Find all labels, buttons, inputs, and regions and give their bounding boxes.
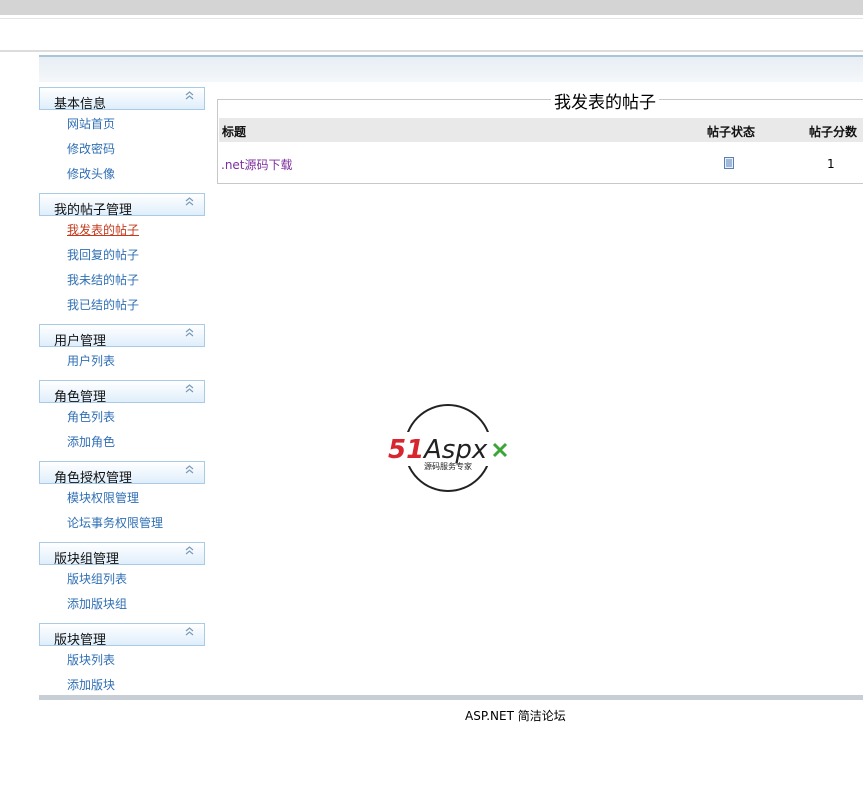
sidebar-item-link[interactable]: 版块列表 [39,648,205,673]
column-header-score: 帖子分数 [809,125,858,139]
browser-top-bar [0,0,863,15]
sidebar-item-link[interactable]: 我已结的帖子 [39,293,205,318]
sidebar-item-link[interactable]: 修改头像 [39,162,205,187]
sidebar-item-link[interactable]: 角色列表 [39,405,205,430]
chevron-up-icon[interactable] [185,384,194,396]
document-icon[interactable] [724,157,734,169]
post-score: 1 [827,157,835,171]
sidebar-group-header[interactable]: 用户管理 [39,324,205,349]
sidebar-item-link[interactable]: 添加版块组 [39,592,205,617]
sidebar-group-title: 基本信息 [54,97,107,112]
sidebar-group-title: 我的帖子管理 [54,203,133,218]
sidebar-group: 我的帖子管理 我发表的帖子 我回复的帖子 我未结的帖子 我已结的帖子 [39,193,205,318]
posts-panel: 我发表的帖子 标题 帖子状态 帖子分数 .net源码下载 1 [217,88,863,184]
sidebar-item-list: 我发表的帖子 我回复的帖子 我未结的帖子 我已结的帖子 [39,216,205,318]
logo-brand-left: 51 [388,435,424,465]
sidebar-group-header[interactable]: 基本信息 [39,87,205,112]
chevron-up-icon[interactable] [185,465,194,477]
sidebar-group: 版块组管理 版块组列表 添加版块组 [39,542,205,617]
sidebar-group-header[interactable]: 版块组管理 [39,542,205,567]
51aspx-watermark-logo: 51 Aspx 源码服务专家 [386,404,512,492]
footer-text: ASP.NET 简洁论坛 [465,709,566,723]
sidebar-item-link[interactable]: 我回复的帖子 [39,243,205,268]
column-header-status: 帖子状态 [707,125,756,139]
sidebar-item-link[interactable]: 添加角色 [39,430,205,455]
sidebar-group-header[interactable]: 版块管理 [39,623,205,648]
page-title: 我发表的帖子 [551,88,659,113]
footer-divider [39,695,863,700]
sidebar-group-title: 用户管理 [54,334,107,349]
sidebar-item-list: 版块组列表 添加版块组 [39,565,205,617]
sidebar-item-list: 角色列表 添加角色 [39,403,205,455]
chevron-up-icon[interactable] [185,627,194,639]
sidebar-item-list: 版块列表 添加版块 [39,646,205,698]
column-header-title: 标题 [222,125,247,139]
sidebar-group: 角色授权管理 模块权限管理 论坛事务权限管理 [39,461,205,536]
sidebar-item-link[interactable]: 模块权限管理 [39,486,205,511]
sidebar-item-list: 用户列表 [39,347,205,374]
top-divider [0,18,863,19]
sidebar-item-link[interactable]: 我发表的帖子 [39,218,205,243]
sidebar-group: 角色管理 角色列表 添加角色 [39,380,205,455]
header-divider [0,50,863,52]
sidebar-group-header[interactable]: 角色授权管理 [39,461,205,486]
sidebar-group-title: 角色管理 [54,390,107,405]
sidebar-item-link[interactable]: 修改密码 [39,137,205,162]
chevron-up-icon[interactable] [185,91,194,103]
table-header: 标题 帖子状态 帖子分数 [219,118,863,142]
header-banner [39,55,863,82]
sidebar-group-title: 版块管理 [54,633,107,648]
chevron-up-icon[interactable] [185,546,194,558]
sidebar-group: 基本信息 网站首页 修改密码 修改头像 [39,87,205,187]
post-title-link[interactable]: .net源码下载 [221,156,293,173]
sidebar-group-title: 版块组管理 [54,552,120,567]
sidebar-group: 用户管理 用户列表 [39,324,205,374]
sidebar-item-link[interactable]: 版块组列表 [39,567,205,592]
sidebar-item-link[interactable]: 网站首页 [39,112,205,137]
sidebar-item-link[interactable]: 用户列表 [39,349,205,374]
sidebar-menu: 基本信息 网站首页 修改密码 修改头像 我的帖子管理 我发表的帖子 我回复的帖子 我未结的帖子… [39,87,205,704]
chevron-up-icon[interactable] [185,328,194,340]
chevron-up-icon[interactable] [185,197,194,209]
sidebar-group-header[interactable]: 角色管理 [39,380,205,405]
sidebar-group-title: 角色授权管理 [54,471,133,486]
sidebar-group-header[interactable]: 我的帖子管理 [39,193,205,218]
sidebar-item-link[interactable]: 论坛事务权限管理 [39,511,205,536]
sidebar-item-list: 模块权限管理 论坛事务权限管理 [39,484,205,536]
table-row: .net源码下载 1 [218,153,863,175]
sidebar-item-link[interactable]: 我未结的帖子 [39,268,205,293]
sidebar-group: 版块管理 版块列表 添加版块 [39,623,205,698]
logo-brand-right: Aspx [422,435,488,465]
logo-tagline: 源码服务专家 [424,461,472,471]
sidebar-item-list: 网站首页 修改密码 修改头像 [39,110,205,187]
